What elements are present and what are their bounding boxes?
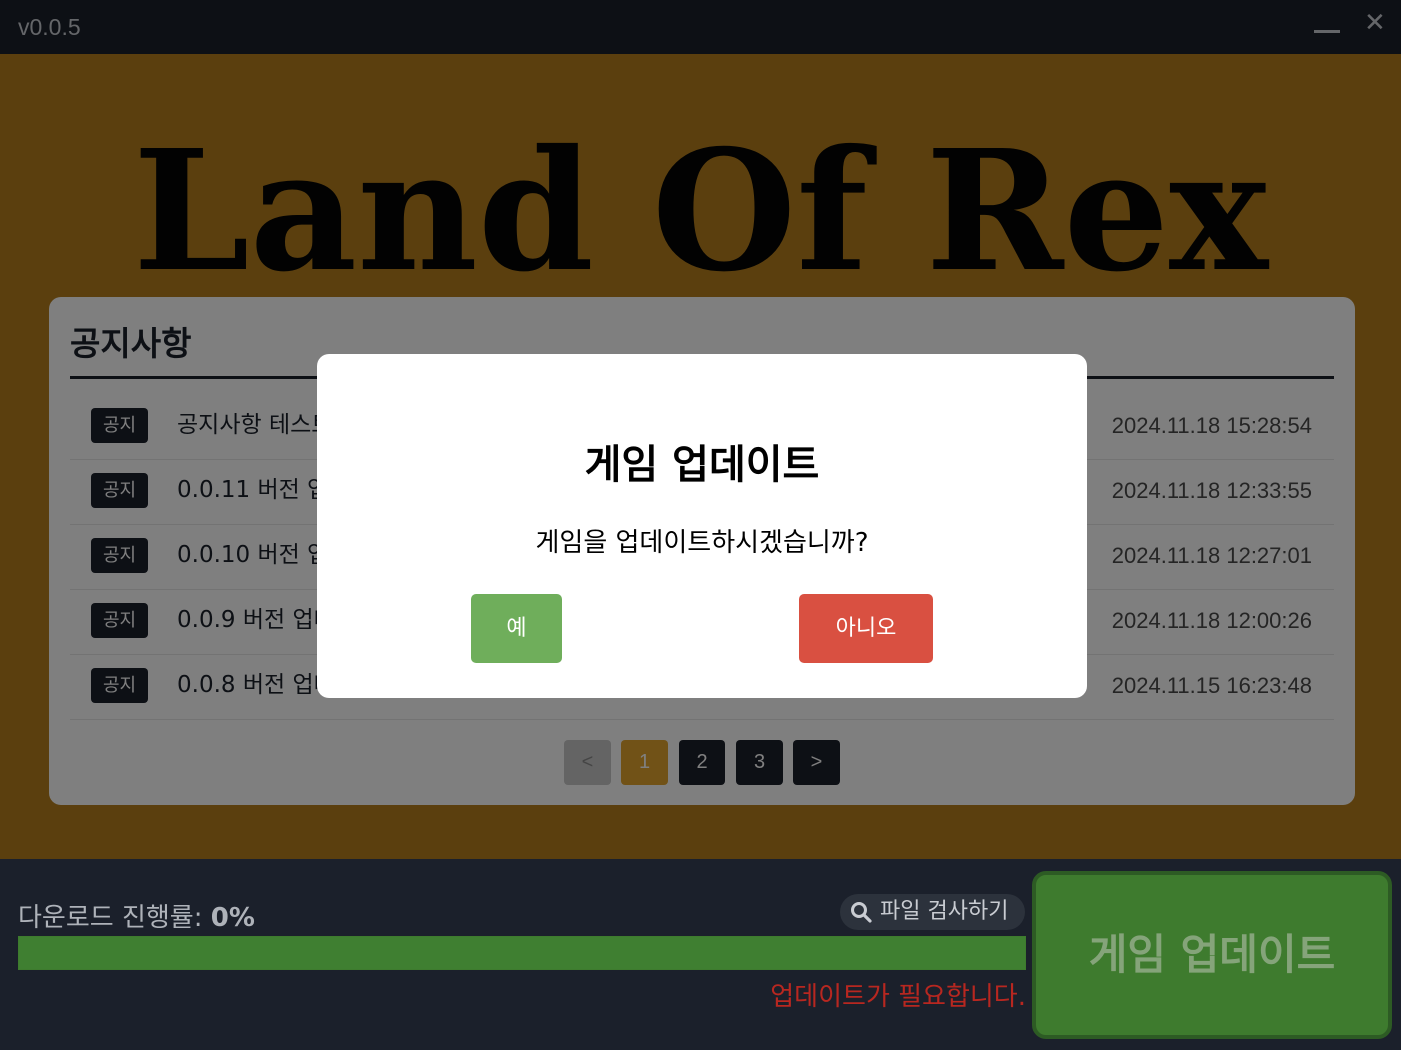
dialog-title: 게임 업데이트 (584, 442, 820, 488)
check-files-label: 파일 검사하기 (880, 899, 1009, 924)
progress-label-text: 다운로드 진행률: (18, 903, 203, 933)
dialog-message: 게임을 업데이트하시겠습니까? (535, 528, 869, 558)
check-files-button[interactable]: 파일 검사하기 (840, 894, 1025, 930)
progress-value: 0% (210, 903, 255, 933)
no-button[interactable]: 아니오 (799, 594, 933, 663)
game-update-button[interactable]: 게임 업데이트 (1032, 871, 1392, 1039)
yes-button[interactable]: 예 (471, 594, 562, 663)
download-progress-bar (18, 936, 1026, 970)
update-status-text: 업데이트가 필요합니다. (770, 982, 1026, 1012)
bottom-bar: 다운로드 진행률: 0% 파일 검사하기 업데이트가 필요합니다. 게임 업데이… (0, 859, 1401, 1050)
progress-fill (19, 937, 1025, 969)
update-confirm-dialog: 게임 업데이트 게임을 업데이트하시겠습니까? 예 아니오 (317, 354, 1087, 698)
search-icon (850, 894, 872, 934)
download-progress-label: 다운로드 진행률: 0% (18, 897, 255, 934)
